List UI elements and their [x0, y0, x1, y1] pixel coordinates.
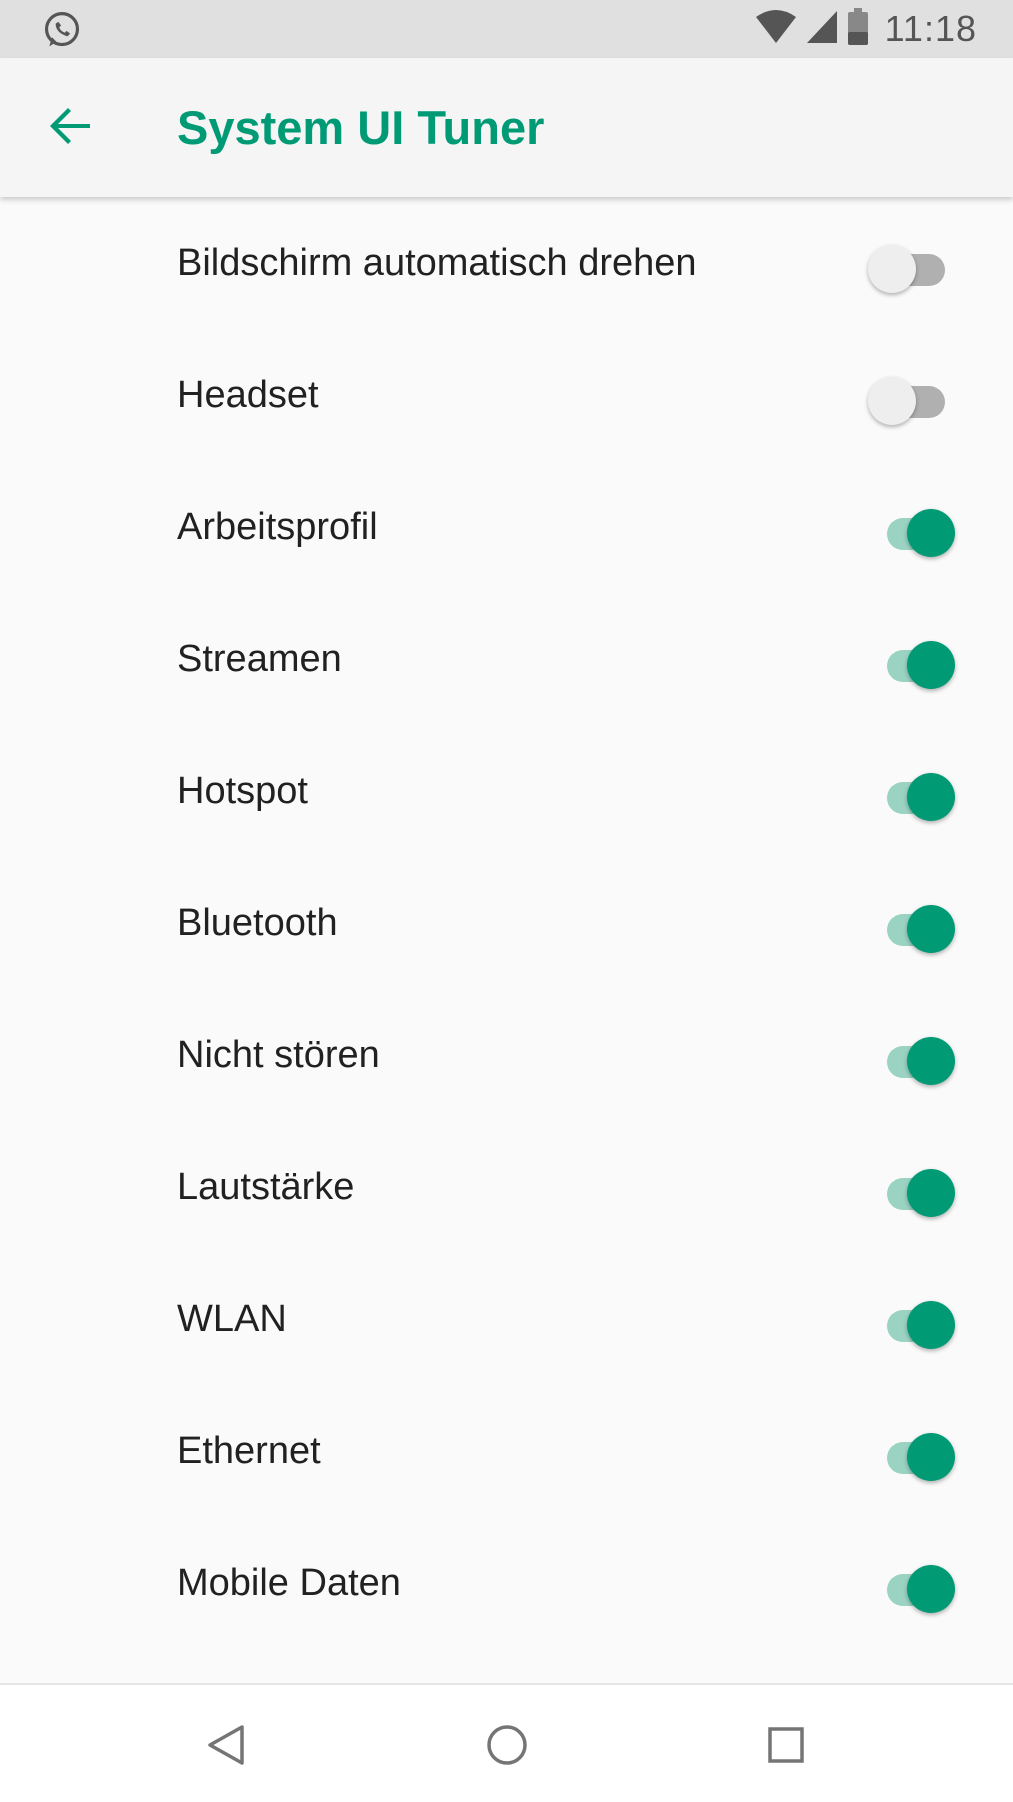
nav-back-button[interactable]	[186, 1705, 266, 1785]
toggle-switch[interactable]	[862, 905, 966, 955]
setting-row-bluetooth[interactable]: Bluetooth	[0, 857, 1013, 989]
toggle-switch[interactable]	[862, 1565, 966, 1615]
toggle-switch[interactable]	[862, 1433, 966, 1483]
setting-row-headset[interactable]: Headset	[0, 329, 1013, 461]
setting-row-bildschirm-drehen[interactable]: Bildschirm automatisch drehen	[0, 197, 1013, 329]
page-title: System UI Tuner	[177, 101, 545, 154]
toggle-switch[interactable]	[862, 1037, 966, 1087]
setting-label: Arbeitsprofil	[177, 506, 378, 548]
toggle-switch[interactable]	[862, 641, 966, 691]
setting-row-ethernet[interactable]: Ethernet	[0, 1385, 1013, 1517]
setting-label: Lautstärke	[177, 1166, 355, 1208]
toggle-switch[interactable]	[862, 1169, 966, 1219]
navigation-bar	[0, 1683, 1013, 1802]
setting-row-wlan[interactable]: WLAN	[0, 1253, 1013, 1385]
setting-row-lautstaerke[interactable]: Lautstärke	[0, 1121, 1013, 1253]
nav-home-button[interactable]	[467, 1705, 547, 1785]
status-bar: 11:18	[0, 0, 1013, 58]
toggle-switch[interactable]	[862, 245, 966, 295]
nav-recents-button[interactable]	[746, 1705, 826, 1785]
arrow-back-icon	[50, 108, 90, 144]
status-icons: 11:18	[755, 0, 977, 58]
toggle-switch[interactable]	[862, 509, 966, 559]
settings-list: Bildschirm automatisch drehen Headset Ar…	[0, 197, 1013, 1649]
nav-back-icon	[208, 1725, 244, 1765]
setting-label: Nicht stören	[177, 1034, 380, 1076]
nav-home-icon	[487, 1725, 527, 1765]
back-button[interactable]	[30, 86, 110, 166]
setting-label: WLAN	[177, 1298, 287, 1340]
setting-label: Hotspot	[177, 770, 308, 812]
setting-label: Ethernet	[177, 1430, 321, 1472]
toggle-switch[interactable]	[862, 1301, 966, 1351]
wifi-icon	[755, 9, 797, 50]
setting-label: Mobile Daten	[177, 1562, 401, 1604]
nav-recents-icon	[768, 1727, 804, 1763]
status-time: 11:18	[884, 8, 977, 49]
setting-label: Bildschirm automatisch drehen	[177, 242, 697, 284]
setting-label: Bluetooth	[177, 902, 338, 944]
setting-row-mobile-daten[interactable]: Mobile Daten	[0, 1517, 1013, 1649]
toggle-switch[interactable]	[862, 377, 966, 427]
toggle-switch[interactable]	[862, 773, 966, 823]
setting-row-arbeitsprofil[interactable]: Arbeitsprofil	[0, 461, 1013, 593]
cellular-signal-icon	[805, 9, 839, 50]
setting-row-streamen[interactable]: Streamen	[0, 593, 1013, 725]
battery-icon	[847, 7, 869, 51]
setting-label: Headset	[177, 374, 319, 416]
setting-row-hotspot[interactable]: Hotspot	[0, 725, 1013, 857]
whatsapp-icon	[40, 10, 84, 50]
app-bar: System UI Tuner	[0, 58, 1013, 197]
setting-row-nicht-stoeren[interactable]: Nicht stören	[0, 989, 1013, 1121]
setting-label: Streamen	[177, 638, 342, 680]
